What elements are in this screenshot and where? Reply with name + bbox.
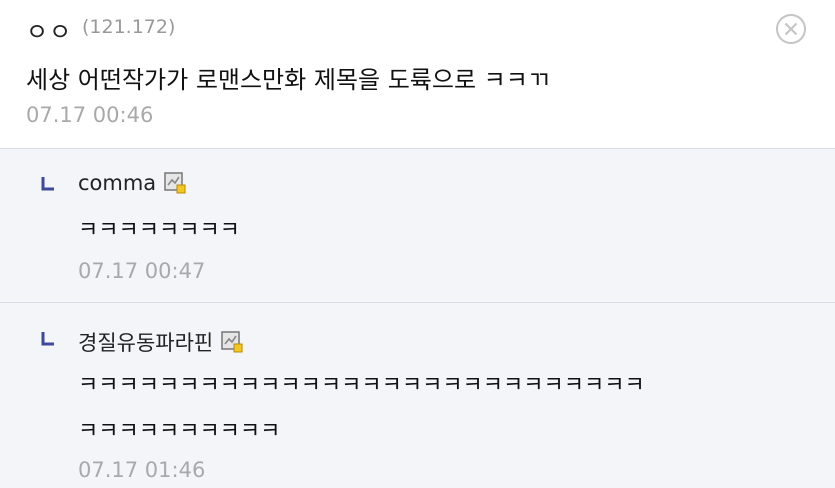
comment-thread: ㅇㅇ (121.172) 세상 어떤작가가 로맨스만화 제목을 도륙으로 ㅋㅋㄲ… [0, 0, 835, 488]
comment-author[interactable]: ㅇㅇ [26, 12, 72, 47]
reply-item: comma ㅋㅋㅋㅋㅋㅋㅋㅋ 07.17 00:47 [0, 149, 835, 302]
reply-item: 경질유동파라핀 ㅋㅋㅋㅋㅋㅋㅋㅋㅋㅋㅋㅋㅋㅋㅋㅋㅋㅋㅋㅋㅋㅋㅋㅋㅋㅋㅋㅋ ㅋㅋㅋ… [0, 303, 835, 488]
reply-text: ㅋㅋㅋㅋㅋㅋㅋㅋ [78, 218, 240, 243]
member-badge-icon [221, 331, 243, 353]
main-comment: ㅇㅇ (121.172) 세상 어떤작가가 로맨스만화 제목을 도륙으로 ㅋㅋㄲ… [0, 0, 835, 148]
reply-arrow-icon [41, 332, 54, 346]
reply-arrow-icon [41, 177, 54, 191]
member-badge-icon [164, 172, 186, 194]
reply-author[interactable]: comma [78, 171, 156, 195]
comment-timestamp: 07.17 00:46 [26, 103, 154, 127]
reply-author-row: 경질유동파라핀 [78, 327, 243, 357]
reply-timestamp: 07.17 00:47 [78, 259, 206, 283]
comment-text: 세상 어떤작가가 로맨스만화 제목을 도륙으로 ㅋㅋㄲ [26, 66, 550, 94]
reply-timestamp: 07.17 01:46 [78, 458, 206, 482]
reply-author[interactable]: 경질유동파라핀 [78, 327, 213, 357]
reply-author-row: comma [78, 171, 186, 195]
comment-ip: (121.172) [82, 16, 176, 38]
reply-text-line: ㅋㅋㅋㅋㅋㅋㅋㅋㅋㅋ [78, 419, 281, 444]
reply-text-line: ㅋㅋㅋㅋㅋㅋㅋㅋㅋㅋㅋㅋㅋㅋㅋㅋㅋㅋㅋㅋㅋㅋㅋㅋㅋㅋㅋㅋ [78, 373, 645, 398]
close-icon[interactable] [775, 13, 807, 45]
